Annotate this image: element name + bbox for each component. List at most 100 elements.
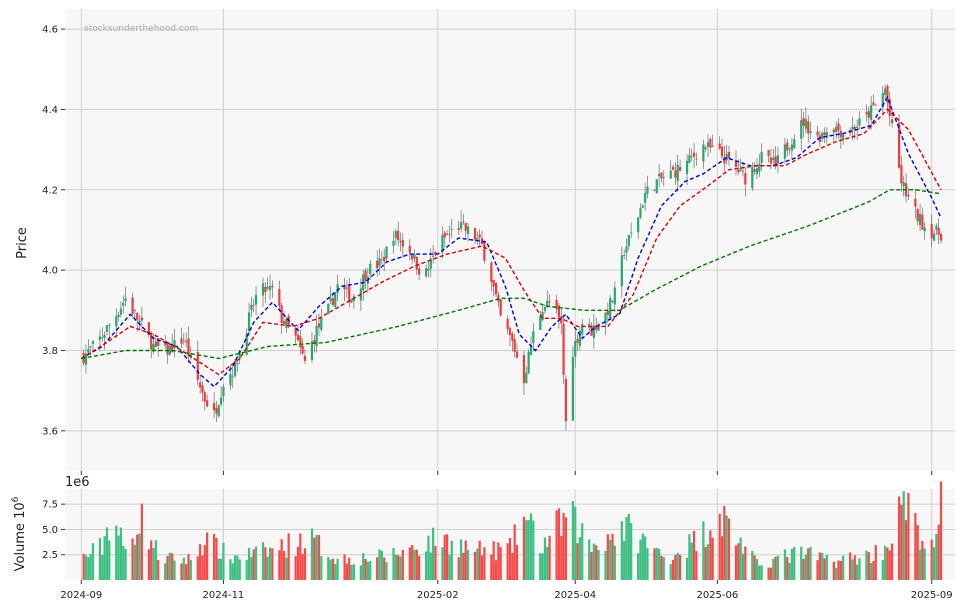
volume-bar (150, 540, 153, 580)
candle-down (930, 223, 933, 239)
volume-bar (804, 554, 807, 580)
volume-bar (839, 560, 842, 580)
candle-down (376, 260, 379, 269)
volume-bar (865, 550, 868, 580)
candle-down (296, 334, 300, 341)
volume-bar (459, 539, 463, 580)
volume-bar (301, 553, 304, 580)
volume-bar (527, 520, 530, 580)
volume-bar (380, 550, 383, 580)
candle-down (874, 104, 877, 106)
candle-down (674, 170, 677, 178)
volume-bar (397, 555, 400, 580)
candle-up (392, 240, 395, 247)
volume-bar (394, 554, 397, 580)
volume-y-label-text: Volume 10 (13, 502, 28, 571)
volume-bar (606, 534, 609, 580)
volume-bar (793, 546, 796, 580)
candle-down (914, 198, 917, 207)
candle-up (821, 133, 824, 140)
volume-bar (557, 508, 561, 580)
volume-bar (334, 564, 337, 580)
candle-up (427, 268, 430, 271)
candle-down (737, 169, 740, 173)
candle-up (425, 268, 428, 277)
candle-down (709, 139, 712, 148)
volume-bar (853, 555, 856, 580)
volume-bar (562, 512, 565, 580)
candle-up (236, 363, 239, 364)
volume-bar (907, 492, 910, 580)
volume-bar (282, 551, 286, 580)
volume-bar (818, 552, 821, 580)
volume-bar (173, 560, 176, 580)
candle-up (688, 154, 691, 163)
volume-bar (744, 546, 747, 580)
candle-down (744, 173, 747, 185)
candle-up (776, 155, 780, 164)
candle-up (804, 119, 807, 129)
volume-bar (613, 545, 616, 580)
candle-down (897, 122, 901, 168)
volume-bar (215, 537, 218, 580)
volume-bar (709, 530, 712, 580)
candle-up (122, 302, 125, 306)
candle-down (443, 232, 446, 238)
volume-bar (849, 552, 852, 580)
candle-up (574, 341, 577, 357)
volume-bar (445, 534, 449, 580)
volume-bar (448, 554, 451, 580)
candle-up (865, 111, 868, 115)
volume-bar (506, 543, 509, 580)
volume-bar (245, 559, 248, 580)
candle-down (718, 143, 721, 149)
candle-up (89, 346, 92, 348)
candle-down (816, 131, 819, 136)
candle-down (364, 270, 367, 282)
volume-bar (313, 537, 316, 580)
candle-up (182, 339, 185, 341)
price-y-ticks: 3.6 3.8 4.0 4.2 4.4 4.6 (42, 25, 65, 437)
candle-up (261, 283, 265, 296)
volume-bar (315, 535, 318, 580)
candle-up (685, 160, 689, 174)
volume-bar (189, 559, 192, 580)
volume-bar (140, 503, 143, 580)
volume-bar (317, 535, 321, 580)
candle-down (506, 318, 509, 330)
candle-up (932, 233, 936, 241)
candle-up (758, 163, 761, 172)
volume-bar (720, 536, 724, 580)
candle-down (907, 195, 910, 197)
xtick-label: 2025-02 (417, 590, 459, 601)
candle-up (646, 186, 649, 194)
candle-down (867, 111, 870, 118)
chart-canvas: 3.6 3.8 4.0 4.2 4.4 4.6 stocksunderthehood.co… (11, 9, 955, 601)
candle-up (835, 126, 838, 133)
volume-bar (105, 527, 109, 580)
candle-up (450, 229, 453, 230)
candle-up (459, 222, 463, 229)
candle-down (916, 209, 919, 222)
volume-bar (508, 537, 512, 580)
volume-bar (268, 547, 272, 580)
volume-bar (464, 540, 467, 580)
volume-bar (131, 538, 134, 580)
volume-bar (343, 554, 346, 580)
volume-bar (564, 517, 568, 580)
candle-up (350, 299, 353, 303)
volume-bar (695, 551, 698, 580)
xtick-label: 2025-04 (554, 590, 596, 601)
candle-down (786, 142, 789, 151)
volume-bar (415, 549, 418, 580)
candle-down (492, 280, 495, 287)
candle-down (720, 146, 724, 157)
candle-up (133, 310, 136, 311)
volume-bar (429, 552, 432, 580)
volume-bar (264, 547, 267, 580)
candle-down (678, 167, 682, 171)
candle-down (548, 301, 551, 303)
candle-down (774, 156, 777, 166)
candle-up (98, 336, 102, 340)
volume-bar (704, 546, 707, 580)
